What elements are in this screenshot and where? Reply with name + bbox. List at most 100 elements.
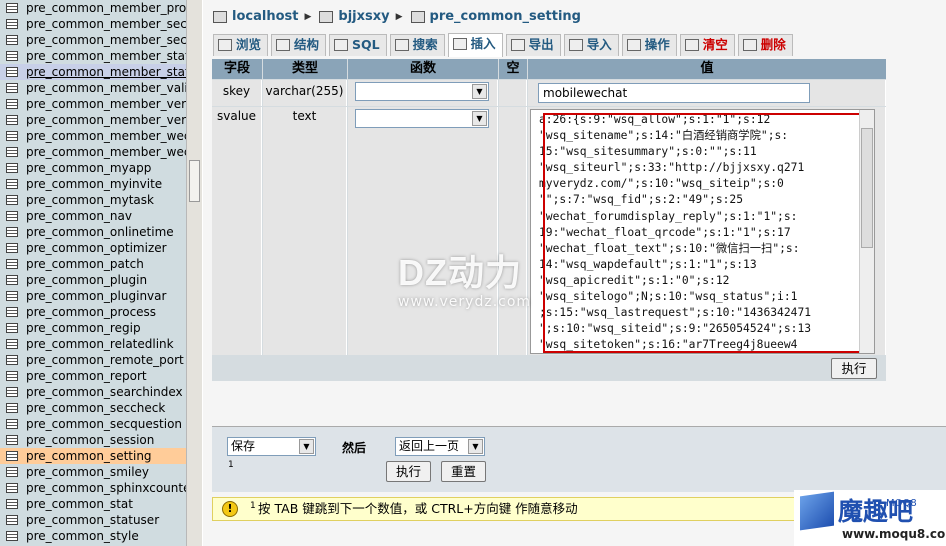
sidebar-table-label[interactable]: pre_common_searchindex — [26, 385, 183, 399]
table-icon[interactable] — [6, 211, 18, 221]
sidebar-table-label[interactable]: pre_common_member_prof — [26, 1, 186, 15]
sidebar-table-item[interactable]: pre_common_member_wec — [0, 144, 186, 160]
tab-browse[interactable]: 浏览 — [213, 34, 269, 56]
sidebar-table-item[interactable]: pre_common_relatedlink — [0, 336, 186, 352]
table-icon[interactable] — [6, 19, 18, 29]
sidebar-table-item[interactable]: pre_common_seccheck — [0, 400, 186, 416]
table-icon[interactable] — [6, 3, 18, 13]
sidebar-table-item[interactable]: pre_common_member_wec — [0, 128, 186, 144]
sidebar-table-label[interactable]: pre_common_setting — [26, 449, 152, 463]
sidebar-table-item[interactable]: pre_common_style — [0, 528, 186, 544]
table-icon[interactable] — [6, 499, 18, 509]
sidebar-table-item[interactable]: pre_common_member_verif — [0, 96, 186, 112]
sidebar-table-item[interactable]: pre_common_myinvite — [0, 176, 186, 192]
sidebar-table-label[interactable]: pre_common_seccheck — [26, 401, 165, 415]
table-icon[interactable] — [6, 147, 18, 157]
table-icon[interactable] — [6, 387, 18, 397]
sidebar-table-label[interactable]: pre_common_member_sec — [26, 17, 186, 31]
table-icon[interactable] — [6, 51, 18, 61]
table-icon[interactable] — [6, 371, 18, 381]
function-select-skey[interactable]: ▼ — [355, 82, 489, 101]
sidebar-table-label[interactable]: pre_common_pluginvar — [26, 289, 166, 303]
table-icon[interactable] — [6, 115, 18, 125]
sidebar-table-label[interactable]: pre_common_secquestion — [26, 417, 182, 431]
tab-structure[interactable]: 结构 — [271, 34, 327, 56]
table-icon[interactable] — [6, 163, 18, 173]
breadcrumb-server[interactable]: localhost — [232, 9, 298, 24]
table-icon[interactable] — [6, 291, 18, 301]
sidebar-table-label[interactable]: pre_common_member_wec — [26, 145, 186, 159]
after-insert-select[interactable]: 返回上一页 ▼ — [395, 437, 485, 456]
sidebar-table-label[interactable]: pre_common_patch — [26, 257, 144, 271]
sidebar-table-item[interactable]: pre_common_member_stat — [0, 64, 186, 80]
sidebar-table-item[interactable]: pre_common_plugin — [0, 272, 186, 288]
table-icon[interactable] — [6, 83, 18, 93]
textarea-scrollbar[interactable] — [859, 110, 874, 353]
table-icon[interactable] — [6, 339, 18, 349]
sidebar-table-label[interactable]: pre_common_optimizer — [26, 241, 167, 255]
sidebar-table-label[interactable]: pre_common_remote_port — [26, 353, 184, 367]
tab-export[interactable]: 导出 — [505, 34, 561, 56]
sidebar-table-label[interactable]: pre_common_member_stat — [26, 49, 186, 63]
table-icon[interactable] — [6, 35, 18, 45]
sidebar-table-item[interactable]: pre_common_searchindex — [0, 384, 186, 400]
sidebar-table-item[interactable]: pre_common_myapp — [0, 160, 186, 176]
sidebar-table-item[interactable]: pre_common_member_prof — [0, 0, 186, 16]
sidebar-table-item[interactable]: pre_common_secquestion — [0, 416, 186, 432]
tab-operations[interactable]: 操作 — [621, 34, 677, 56]
execute-button-top[interactable]: 执行 — [831, 358, 877, 379]
table-icon[interactable] — [6, 451, 18, 461]
sidebar-table-item[interactable]: pre_common_stat — [0, 496, 186, 512]
table-icon[interactable] — [6, 419, 18, 429]
sidebar-table-label[interactable]: pre_common_relatedlink — [26, 337, 174, 351]
sidebar-table-label[interactable]: pre_common_onlinetime — [26, 225, 174, 239]
sidebar-table-label[interactable]: pre_common_report — [26, 369, 147, 383]
sidebar-table-label[interactable]: pre_common_myinvite — [26, 177, 162, 191]
sidebar-table-item[interactable]: pre_common_onlinetime — [0, 224, 186, 240]
value-textarea-svalue[interactable]: a:26:{s:9:"wsq_allow";s:1:"1";s:12 "wsq_s… — [530, 109, 875, 354]
sidebar-scrollbar[interactable] — [186, 0, 202, 546]
sidebar-table-item[interactable]: pre_common_regip — [0, 320, 186, 336]
sidebar-table-label[interactable]: pre_common_member_verif — [26, 113, 186, 127]
sidebar-table-item[interactable]: pre_common_session — [0, 432, 186, 448]
tab-insert[interactable]: 插入 — [447, 33, 503, 57]
tab-empty[interactable]: 清空 — [679, 34, 735, 56]
sidebar-table-label[interactable]: pre_common_smiley — [26, 465, 149, 479]
sidebar-table-label[interactable]: pre_common_process — [26, 305, 156, 319]
table-icon[interactable] — [6, 307, 18, 317]
tab-import[interactable]: 导入 — [563, 34, 619, 56]
sidebar-table-label[interactable]: pre_common_myapp — [26, 161, 151, 175]
table-icon[interactable] — [6, 259, 18, 269]
table-icon[interactable] — [6, 323, 18, 333]
scrollbar-thumb[interactable] — [189, 160, 200, 202]
sidebar-table-label[interactable]: pre_common_member_sec — [26, 33, 186, 47]
execute-button-bottom[interactable]: 执行 — [386, 461, 431, 482]
sidebar-table-item[interactable]: pre_common_patch — [0, 256, 186, 272]
sidebar-table-item[interactable]: pre_common_smiley — [0, 464, 186, 480]
sidebar-table-item[interactable]: pre_common_nav — [0, 208, 186, 224]
table-icon[interactable] — [6, 179, 18, 189]
sidebar-table-item[interactable]: pre_common_setting — [0, 448, 186, 464]
sidebar-table-item[interactable]: pre_common_member_stat — [0, 48, 186, 64]
sidebar-table-item[interactable]: pre_common_member_sec — [0, 32, 186, 48]
sidebar-table-item[interactable]: pre_common_sphinxcounte — [0, 480, 186, 496]
sidebar-table-item[interactable]: pre_common_report — [0, 368, 186, 384]
tab-search[interactable]: 搜索 — [389, 34, 445, 56]
breadcrumb-table[interactable]: pre_common_setting — [430, 9, 581, 24]
tab-drop[interactable]: 删除 — [737, 34, 793, 56]
sidebar-table-label[interactable]: pre_common_member_verif — [26, 97, 186, 111]
sidebar-table-item[interactable]: pre_common_member_sec — [0, 16, 186, 32]
sidebar-table-label[interactable]: pre_common_plugin — [26, 273, 147, 287]
sidebar-table-label[interactable]: pre_common_stat — [26, 497, 133, 511]
table-icon[interactable] — [6, 435, 18, 445]
table-icon[interactable] — [6, 99, 18, 109]
function-select-svalue[interactable]: ▼ — [355, 109, 489, 128]
sidebar-table-label[interactable]: pre_common_member_wec — [26, 129, 186, 143]
sidebar-table-label[interactable]: pre_common_sphinxcounte — [26, 481, 186, 495]
save-action-select[interactable]: 保存 ▼ — [227, 437, 316, 456]
table-icon[interactable] — [6, 483, 18, 493]
sidebar-table-item[interactable]: pre_common_member_valid — [0, 80, 186, 96]
reset-button[interactable]: 重置 — [441, 461, 486, 482]
sidebar-table-item[interactable]: pre_common_member_verif — [0, 112, 186, 128]
breadcrumb-database[interactable]: bjjxsxy — [338, 9, 389, 24]
